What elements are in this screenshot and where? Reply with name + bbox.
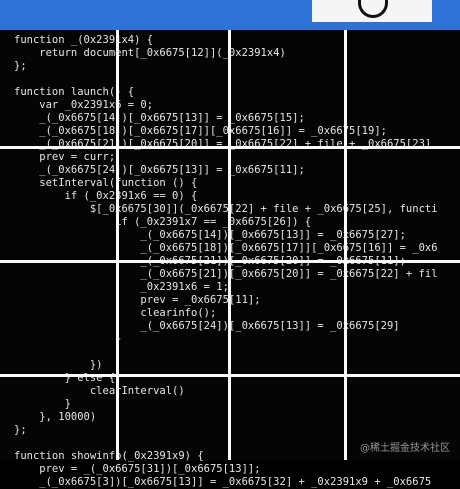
code-line: setInterval(function () { [14,177,198,189]
code-line: _(_0x6675[3])[_0x6675[13]] = _0x6675[32]… [14,476,432,488]
code-line: function _(0x2391x4) { [14,34,154,46]
code-line: } [14,333,122,345]
code-line: _0x2391x6 = 1; [14,281,229,293]
code-line: _(_0x6675[21])[_0x6675[20]] = _0x6675[22… [14,268,438,280]
code-line: prev = _(_0x6675[31])[_0x6675[13]]; [14,463,261,475]
code-line: if (_0x2391x7 == _0x6675[26]) { [14,216,312,228]
grid-line-horizontal-1 [0,146,460,149]
code-line: _(_0x6675[14])[_0x6675[13]] = _0x6675[27… [14,229,406,241]
code-line: if (_0x2391x6 == 0) { [14,190,198,202]
code-line: }, 10000) [14,411,97,423]
grid-line-horizontal-3 [0,374,460,377]
grid-line-vertical-1 [116,30,119,460]
code-line: }; [14,60,27,72]
code-line: _(_0x6675[24])[_0x6675[13]] = _0x6675[11… [14,164,305,176]
code-line: _(_0x6675[18])[_0x6675[17]][_0x6675[16]]… [14,242,438,254]
code-line: _(_0x6675[24])[_0x6675[13]] = _0x6675[29… [14,320,400,332]
code-line: var _0x2391x6 = 0; [14,99,154,111]
code-line: clearInterval() [14,385,185,397]
grid-line-horizontal-2 [0,260,460,263]
code-line: $[_0x6675[30]](_0x6675[22] + file + _0x6… [14,203,438,215]
code-line: }; [14,424,27,436]
code-line: _(_0x6675[14])[_0x6675[13]] = _0x6675[15… [14,112,305,124]
grid-line-vertical-3 [344,30,347,460]
code-line: }) [14,359,103,371]
code-line: return document[_0x6675[12]](_0x2391x4) [14,47,286,59]
code-line: prev = curr; [14,151,116,163]
watermark: @稀土掘金技术社区 [360,443,450,454]
code-line: _(_0x6675[18])[_0x6675[17]][_0x6675[16]]… [14,125,387,137]
code-line: _(_0x6675[21])[_0x6675[20]] = _0x6675[22… [14,138,432,150]
grid-line-vertical-2 [228,30,231,460]
code-line: prev = _0x6675[11]; [14,294,261,306]
code-line: function showinfo(_0x2391x9) { [14,450,204,462]
code-line: } [14,398,71,410]
